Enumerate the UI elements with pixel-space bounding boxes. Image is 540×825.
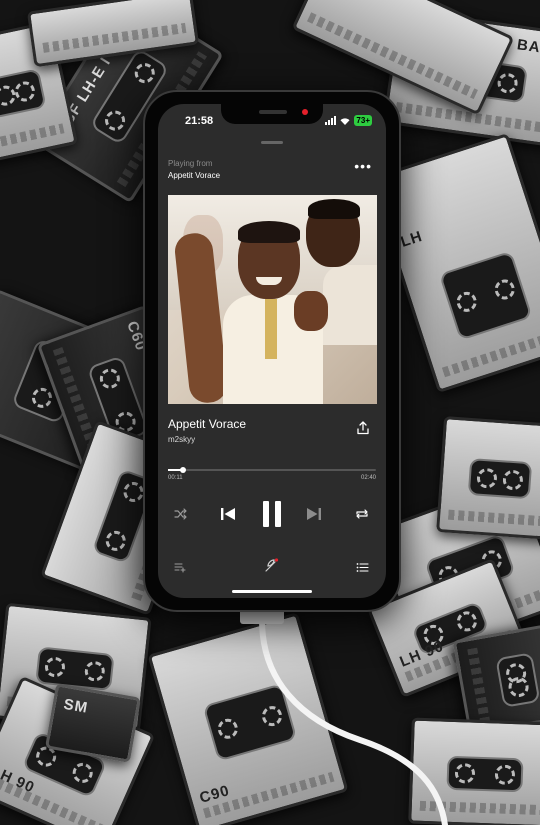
status-icons: 73+ bbox=[325, 115, 372, 126]
phone-notch bbox=[221, 104, 323, 124]
home-indicator[interactable] bbox=[232, 590, 312, 593]
now-playing-screen: 21:58 73+ Playing from Appetit Vorace ••… bbox=[158, 104, 386, 598]
cassette-tape: C90 bbox=[147, 612, 349, 825]
elapsed-time: 00:11 bbox=[168, 475, 183, 481]
progress-slider[interactable] bbox=[168, 467, 376, 473]
pause-icon[interactable] bbox=[258, 498, 286, 530]
cassette-tape bbox=[408, 717, 540, 825]
battery-badge: 73+ bbox=[354, 115, 372, 126]
next-track-icon[interactable] bbox=[304, 504, 324, 524]
more-dots-icon[interactable]: ••• bbox=[354, 159, 372, 173]
playing-from-source[interactable]: Appetit Vorace bbox=[168, 171, 220, 180]
share-icon[interactable] bbox=[356, 421, 370, 435]
shuffle-icon[interactable] bbox=[172, 506, 190, 522]
playing-from-label: Playing from bbox=[168, 159, 213, 168]
wifi-icon bbox=[340, 117, 350, 125]
total-time: 02:40 bbox=[360, 475, 376, 481]
phone-frame: 21:58 73+ Playing from Appetit Vorace ••… bbox=[143, 90, 401, 612]
cassette-tape bbox=[452, 620, 540, 736]
camera-dot bbox=[302, 109, 308, 115]
previous-track-icon[interactable] bbox=[218, 504, 238, 524]
queue-list-icon[interactable] bbox=[354, 560, 370, 574]
add-to-queue-icon[interactable] bbox=[172, 560, 188, 574]
album-artwork bbox=[168, 195, 377, 404]
track-artist[interactable]: m2skyy bbox=[168, 435, 195, 444]
progress-knob[interactable] bbox=[179, 467, 186, 473]
cassette-tape bbox=[436, 416, 540, 540]
cast-icon[interactable] bbox=[263, 556, 281, 574]
status-time: 21:58 bbox=[185, 115, 214, 127]
repeat-icon[interactable] bbox=[353, 506, 371, 522]
sheet-grabber[interactable] bbox=[261, 141, 283, 144]
signal-icon bbox=[325, 116, 337, 125]
track-title: Appetit Vorace bbox=[168, 417, 247, 431]
